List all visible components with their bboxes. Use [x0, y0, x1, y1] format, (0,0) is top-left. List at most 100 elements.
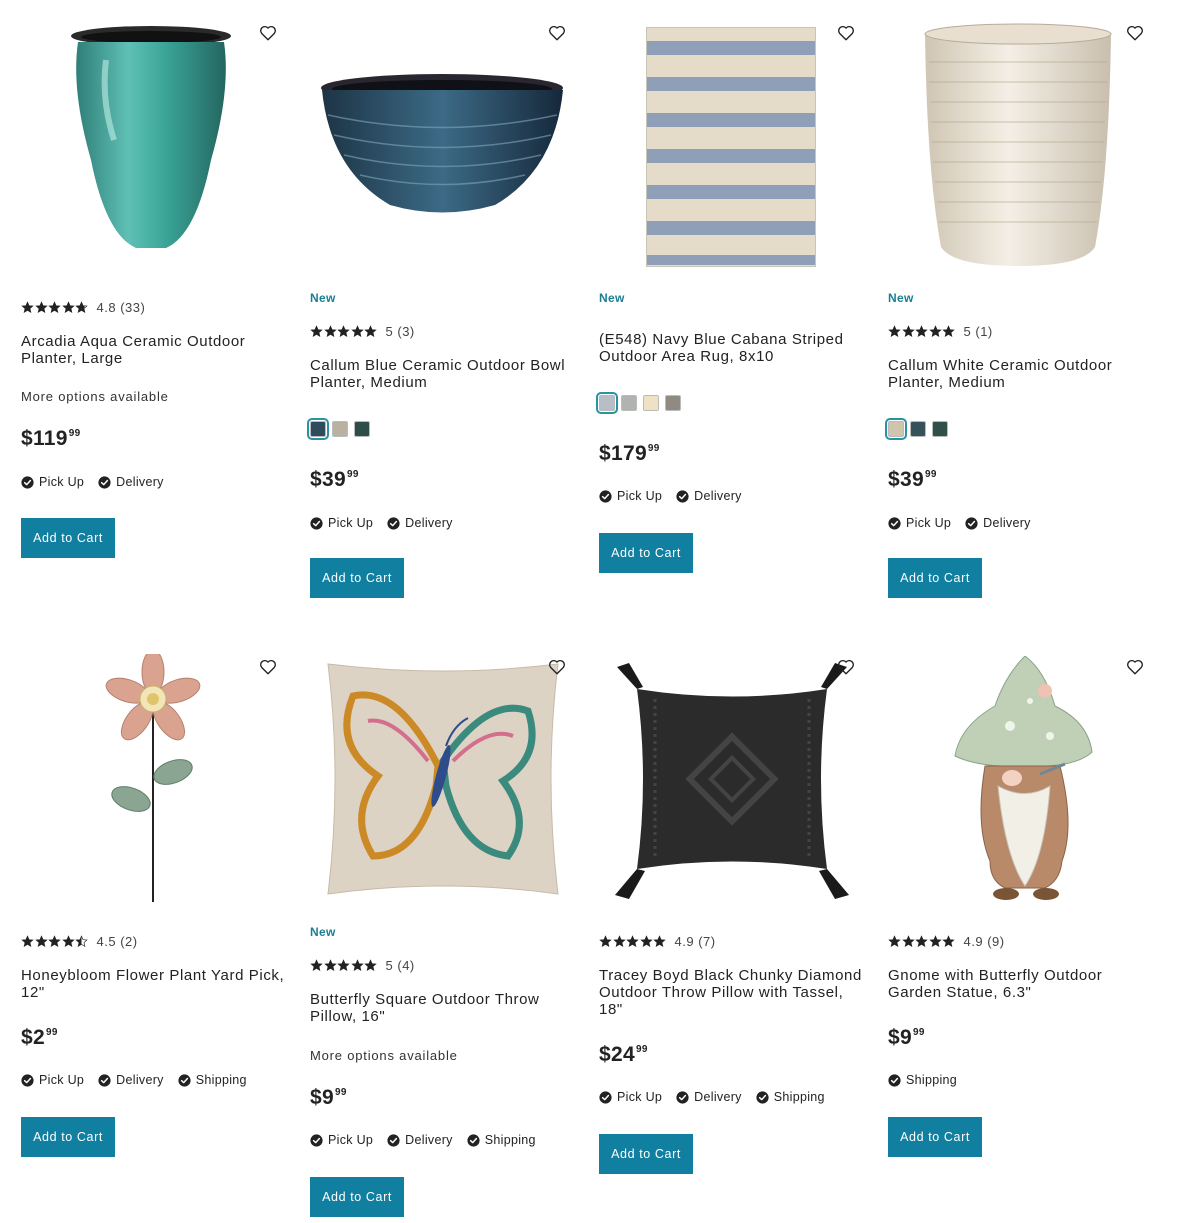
product-title[interactable]: Butterfly Square Outdoor Throw Pillow, 1…: [310, 991, 580, 1025]
star-icon: [75, 301, 88, 314]
check-circle-icon: [599, 1090, 612, 1104]
star-icon: [350, 959, 364, 972]
check-circle-icon: [21, 1073, 34, 1087]
product-image[interactable]: [599, 0, 869, 267]
fulfillment-label: Delivery: [116, 1073, 164, 1087]
fulfillment-label: Delivery: [983, 516, 1031, 530]
star-icon: [639, 935, 653, 948]
star-icon: [928, 935, 942, 948]
color-swatch[interactable]: [307, 418, 329, 440]
gnome-statue-icon: [954, 656, 1093, 900]
product-image[interactable]: [599, 634, 869, 899]
product-title[interactable]: Tracey Boyd Black Chunky Diamond Outdoor…: [599, 967, 869, 1018]
favorite-heart-icon[interactable]: [259, 24, 277, 42]
product-image[interactable]: [21, 0, 291, 250]
favorite-heart-icon[interactable]: [259, 658, 277, 676]
product-image[interactable]: [888, 634, 1158, 900]
star-rating-icon: [888, 325, 956, 338]
star-rating-icon: [888, 935, 956, 948]
product-image[interactable]: [21, 634, 291, 902]
color-swatches: [885, 418, 954, 440]
rating-count: (7): [698, 934, 716, 949]
rating-value: 4.9: [674, 934, 695, 949]
add-to-cart-button[interactable]: Add to Cart: [21, 518, 115, 558]
price-dollars: $2: [21, 1026, 45, 1049]
star-icon: [21, 301, 34, 314]
rating-count: (4): [397, 958, 415, 973]
fulfillment-label: Delivery: [405, 1133, 453, 1147]
add-to-cart-button[interactable]: Add to Cart: [310, 558, 404, 598]
star-icon: [942, 325, 955, 338]
add-to-cart-button[interactable]: Add to Cart: [310, 1177, 404, 1217]
product-title[interactable]: Callum Blue Ceramic Outdoor Bowl Planter…: [310, 357, 580, 391]
fulfillment-label: Pick Up: [617, 1090, 663, 1104]
add-to-cart-button[interactable]: Add to Cart: [888, 558, 982, 598]
price-dollars: $9: [310, 1086, 334, 1109]
fulfillment-option: Delivery: [387, 516, 453, 530]
favorite-heart-icon[interactable]: [1126, 24, 1144, 42]
favorite-heart-icon[interactable]: [548, 24, 566, 42]
fulfillment-option: Pick Up: [310, 1133, 373, 1147]
favorite-heart-icon[interactable]: [548, 658, 566, 676]
star-rating-icon: [21, 935, 89, 948]
product-title[interactable]: Honeybloom Flower Plant Yard Pick, 12": [21, 967, 291, 1001]
color-swatch[interactable]: [596, 392, 618, 414]
rating: 4.9 (7): [599, 934, 716, 949]
product-image[interactable]: [888, 0, 1158, 266]
check-circle-icon: [888, 516, 901, 530]
check-circle-icon: [21, 475, 34, 489]
rating-count: (33): [120, 300, 146, 315]
favorite-heart-icon[interactable]: [837, 658, 855, 676]
fulfillment-options: Pick Up Delivery Shipping: [21, 1073, 261, 1087]
new-badge: New: [888, 291, 914, 305]
product-image[interactable]: [310, 0, 580, 250]
color-swatch[interactable]: [354, 421, 370, 437]
rating-value: 4.9: [963, 934, 984, 949]
product-title[interactable]: (E548) Navy Blue Cabana Striped Outdoor …: [599, 331, 869, 365]
fulfillment-options: Pick Up Delivery: [888, 516, 1045, 530]
fulfillment-options: Pick Up Delivery: [599, 489, 756, 503]
star-icon: [34, 935, 48, 948]
add-to-cart-button[interactable]: Add to Cart: [21, 1117, 115, 1157]
favorite-heart-icon[interactable]: [837, 24, 855, 42]
color-swatch[interactable]: [665, 395, 681, 411]
aqua-planter-icon: [71, 26, 231, 248]
product-title[interactable]: Callum White Ceramic Outdoor Planter, Me…: [888, 357, 1158, 391]
color-swatch[interactable]: [932, 421, 948, 437]
check-circle-icon: [98, 1073, 111, 1087]
check-circle-icon: [965, 516, 978, 530]
color-swatch[interactable]: [885, 418, 907, 440]
product-title[interactable]: Gnome with Butterfly Outdoor Garden Stat…: [888, 967, 1158, 1001]
favorite-heart-icon[interactable]: [1126, 658, 1144, 676]
star-icon: [888, 325, 901, 338]
product-price: $299: [21, 1026, 58, 1050]
star-icon: [612, 935, 626, 948]
fulfillment-label: Pick Up: [906, 516, 952, 530]
product-title[interactable]: Arcadia Aqua Ceramic Outdoor Planter, La…: [21, 333, 291, 367]
add-to-cart-button[interactable]: Add to Cart: [888, 1117, 982, 1157]
fulfillment-option: Delivery: [98, 475, 164, 489]
color-swatch[interactable]: [332, 421, 348, 437]
blue-bowl-planter-icon: [321, 74, 563, 213]
fulfillment-label: Delivery: [694, 1090, 742, 1104]
color-swatch[interactable]: [643, 395, 659, 411]
fulfillment-option: Pick Up: [599, 489, 662, 503]
product-price: $3999: [888, 468, 937, 492]
check-circle-icon: [676, 489, 689, 503]
add-to-cart-button[interactable]: Add to Cart: [599, 533, 693, 573]
more-options-text: More options available: [21, 389, 169, 404]
price-cents: 99: [334, 1087, 347, 1098]
color-swatch[interactable]: [621, 395, 637, 411]
rating: 5 (1): [888, 324, 993, 339]
rating: 5 (4): [310, 958, 415, 973]
price-cents: 99: [68, 428, 81, 439]
fulfillment-option: Delivery: [676, 489, 742, 503]
star-icon: [653, 935, 666, 948]
color-swatch[interactable]: [910, 421, 926, 437]
product-image[interactable]: [310, 634, 580, 895]
fulfillment-option: Pick Up: [888, 516, 951, 530]
check-circle-icon: [310, 516, 323, 530]
add-to-cart-button[interactable]: Add to Cart: [599, 1134, 693, 1174]
fulfillment-option: Shipping: [756, 1090, 825, 1104]
new-badge: New: [599, 291, 625, 305]
